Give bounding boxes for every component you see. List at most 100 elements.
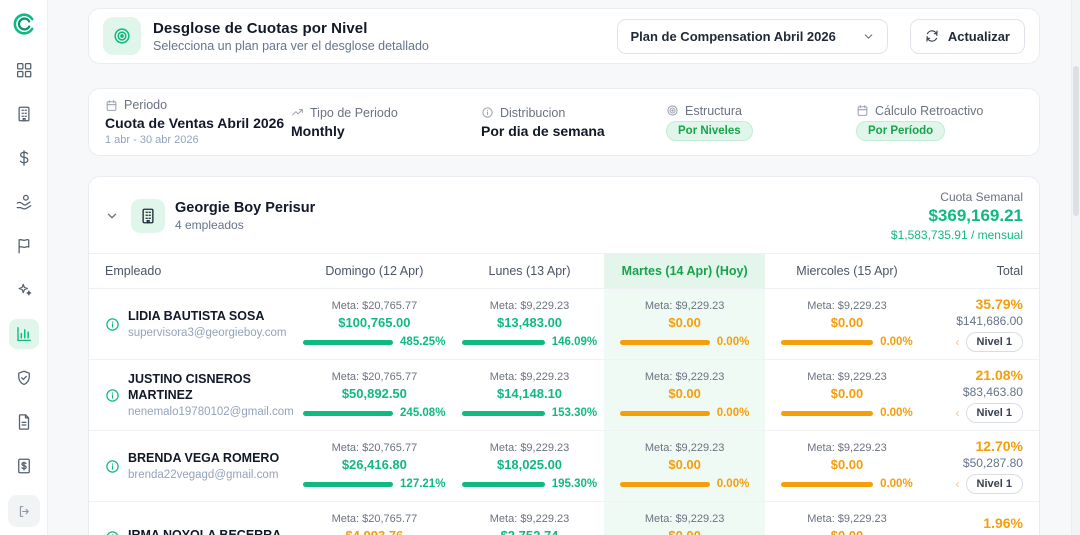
employee-email: supervisora3@georgieboy.com xyxy=(128,326,287,339)
sidebar-item-commissions-icon[interactable] xyxy=(9,187,39,217)
main-content: Desglose de Cuotas por Nivel Selecciona … xyxy=(48,0,1080,535)
employee-email: nenemalo19780102@gmail.com xyxy=(128,405,294,418)
employee-info-icon[interactable] xyxy=(105,530,120,535)
vertical-scrollbar[interactable] xyxy=(1071,0,1080,535)
sidebar-item-quota-chart-icon[interactable] xyxy=(8,319,39,349)
table-row: IRMA NOYOLA BECERRA Meta: $20,765.77 $4,… xyxy=(89,502,1039,535)
progress-bar xyxy=(461,481,545,487)
plan-select[interactable]: Plan de Compensation Abril 2026 xyxy=(617,18,888,54)
refresh-button[interactable]: Actualizar xyxy=(909,18,1025,54)
sidebar-item-compliance-icon[interactable] xyxy=(9,363,39,393)
plan-select-value: Plan de Compensation Abril 2026 xyxy=(630,28,836,44)
summary-tipo-periodo: Tipo de Periodo Monthly xyxy=(291,106,481,139)
day-cell-today: Meta: $9,229.23 $0.00 0.00% xyxy=(604,289,766,359)
brand-logo-icon[interactable] xyxy=(11,11,37,37)
target-icon xyxy=(667,105,678,116)
sidebar xyxy=(0,0,48,535)
employee-name: IRMA NOYOLA BECERRA xyxy=(128,528,281,535)
summary-estructura: Estructura Por Niveles xyxy=(666,104,856,141)
sidebar-item-organization-icon[interactable] xyxy=(9,99,39,129)
total-percent: 35.79% xyxy=(975,296,1023,312)
periodo-range: 1 abr - 30 abr 2026 xyxy=(105,134,199,146)
summary-retroactivo: Cálculo Retroactivo Por Período xyxy=(856,104,1023,141)
progress-bar xyxy=(619,481,710,487)
employee-email: brenda22vegagd@gmail.com xyxy=(128,468,279,481)
employee-info-icon[interactable] xyxy=(105,388,120,403)
logout-collapse-button[interactable] xyxy=(8,495,40,527)
tipo-periodo-value: Monthly xyxy=(291,122,345,139)
day-cell: Meta: $9,229.23 $0.00 0.00% xyxy=(807,513,887,535)
page-header-card: Desglose de Cuotas por Nivel Selecciona … xyxy=(88,8,1040,64)
quota-table-card: Georgie Boy Perisur 4 empleados Cuota Se… xyxy=(88,176,1040,535)
bullseye-icon xyxy=(103,17,141,55)
table-row: JUSTINO CISNEROS MARTINEZ nenemalo197801… xyxy=(89,360,1039,431)
col-lunes[interactable]: Lunes (13 Apr) xyxy=(455,254,605,288)
col-total[interactable]: Total xyxy=(929,254,1039,288)
page-title: Desglose de Cuotas por Nivel xyxy=(153,19,368,37)
summary-periodo: Periodo Cuota de Ventas Abril 2026 1 abr… xyxy=(105,98,291,146)
progress-bar xyxy=(781,339,874,345)
progress-bar xyxy=(781,410,874,416)
group-name: Georgie Boy Perisur xyxy=(175,200,316,216)
calendar-icon xyxy=(106,99,117,111)
periodo-value: Cuota de Ventas Abril 2026 xyxy=(105,115,285,131)
trending-up-icon xyxy=(292,109,303,116)
distribucion-value: Por dia de semana xyxy=(481,122,605,139)
employee-info-icon[interactable] xyxy=(105,317,120,332)
group-header: Georgie Boy Perisur 4 empleados Cuota Se… xyxy=(89,177,1039,253)
day-cell-today: Meta: $9,229.23 $0.00 0.00% xyxy=(604,360,766,430)
progress-bar xyxy=(781,481,874,487)
group-employee-count: 4 empleados xyxy=(175,218,244,232)
plan-summary-bar: Periodo Cuota de Ventas Abril 2026 1 abr… xyxy=(88,88,1040,156)
day-cell-today: Meta: $9,229.23 $0.00 0.00% xyxy=(604,502,766,535)
sidebar-item-dashboard-icon[interactable] xyxy=(9,55,39,85)
store-building-icon xyxy=(131,199,165,233)
monthly-quota-value: $1,583,735.91 / mensual xyxy=(890,228,1023,242)
total-cell: 1.96% $7,746.50 xyxy=(929,502,1039,535)
col-miercoles[interactable]: Miercoles (15 Apr) xyxy=(765,254,929,288)
chevron-left-icon[interactable]: ‹ xyxy=(956,336,960,348)
total-amount: $141,686.00 xyxy=(956,314,1023,328)
total-amount: $50,287.80 xyxy=(962,456,1023,470)
progress-bar xyxy=(303,410,394,416)
progress-bar xyxy=(303,481,394,487)
sidebar-item-flags-icon[interactable] xyxy=(9,231,39,261)
chevron-left-icon[interactable]: ‹ xyxy=(956,478,960,490)
total-amount: $83,463.80 xyxy=(962,385,1023,399)
col-martes-hoy[interactable]: Martes (14 Apr) (Hoy) xyxy=(604,254,766,288)
refresh-icon xyxy=(926,30,938,42)
sidebar-item-documents-icon[interactable] xyxy=(9,407,39,437)
total-percent: 21.08% xyxy=(975,367,1023,383)
refresh-label: Actualizar xyxy=(947,28,1010,44)
day-cell: Meta: $9,229.23 $2,752.74 29.83% xyxy=(489,513,570,535)
summary-distribucion: Distribucion Por dia de semana xyxy=(481,106,666,139)
sidebar-item-ai-insights-icon[interactable] xyxy=(9,275,39,305)
day-cell: Meta: $20,765.77 $50,892.50 245.08% xyxy=(294,360,455,430)
total-cell: 35.79% $141,686.00 ‹ Nivel 1 xyxy=(929,289,1039,359)
level-badge: Nivel 1 xyxy=(965,474,1023,494)
day-cell: Meta: $9,229.23 $0.00 0.00% xyxy=(765,431,929,501)
day-cell: Meta: $20,765.77 $26,416.80 127.21% xyxy=(294,431,455,501)
table-row: BRENDA VEGA ROMERO brenda22vegagd@gmail.… xyxy=(89,431,1039,502)
total-percent: 12.70% xyxy=(975,438,1023,454)
total-percent: 1.96% xyxy=(983,515,1023,531)
employee-name: BRENDA VEGA ROMERO xyxy=(128,451,280,466)
table-header-row: Empleado Domingo (12 Apr) Lunes (13 Apr)… xyxy=(89,253,1039,289)
col-domingo[interactable]: Domingo (12 Apr) xyxy=(294,254,455,288)
scrollbar-thumb[interactable] xyxy=(1072,66,1079,216)
collapse-group-chevron-icon[interactable] xyxy=(103,207,121,225)
chevron-left-icon[interactable]: ‹ xyxy=(956,407,960,419)
day-cell: Meta: $9,229.23 $13,483.00 146.09% xyxy=(455,289,605,359)
weekly-quota-value: $369,169.21 xyxy=(928,206,1023,225)
employee-name: JUSTINO CISNEROS MARTINEZ xyxy=(128,372,251,402)
employee-info-icon[interactable] xyxy=(105,459,120,474)
progress-bar xyxy=(619,339,710,345)
weekly-quota-label: Cuota Semanal xyxy=(940,190,1023,204)
employee-name: LIDIA BAUTISTA SOSA xyxy=(128,309,265,324)
sidebar-item-payments-icon[interactable] xyxy=(9,143,39,173)
progress-bar xyxy=(461,410,545,416)
sidebar-item-invoices-icon[interactable] xyxy=(9,451,39,481)
day-cell: Meta: $9,229.23 $0.00 0.00% xyxy=(765,289,929,359)
day-cell-today: Meta: $9,229.23 $0.00 0.00% xyxy=(604,431,766,501)
col-empleado[interactable]: Empleado xyxy=(89,254,294,288)
